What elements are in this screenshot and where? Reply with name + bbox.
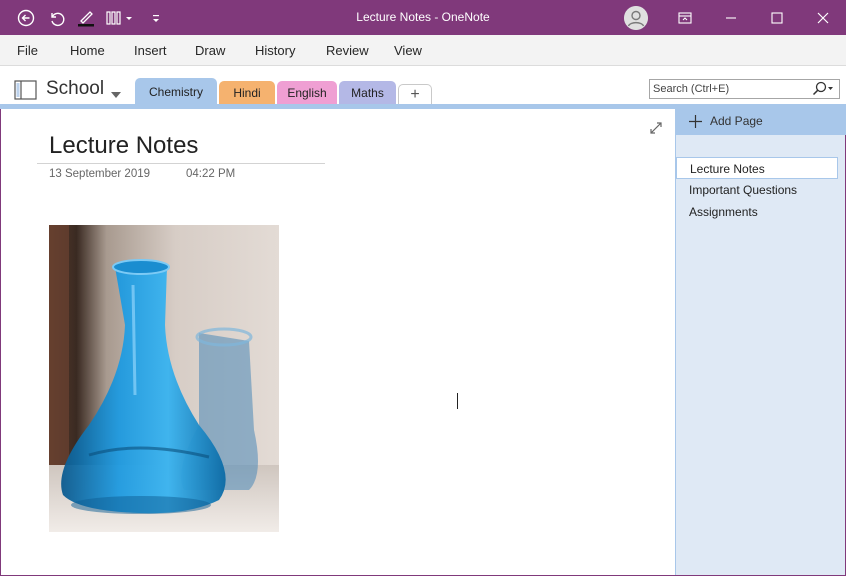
menu-home[interactable]: Home <box>70 35 105 66</box>
page-item-lecture-notes[interactable]: Lecture Notes <box>676 157 838 179</box>
title-bar: Lecture Notes - OneNote <box>0 0 846 35</box>
page-item-important-questions[interactable]: Important Questions <box>676 179 838 201</box>
menu-insert[interactable]: Insert <box>134 35 167 66</box>
expand-icon[interactable] <box>649 121 663 140</box>
tab-hindi[interactable]: Hindi <box>219 81 275 104</box>
page-date: 13 September 2019 <box>49 168 151 180</box>
minimize-icon[interactable] <box>708 0 754 35</box>
undo-icon[interactable] <box>44 6 68 30</box>
back-icon[interactable] <box>14 6 38 30</box>
text-cursor <box>457 393 458 409</box>
page-time: 04:22 PM <box>186 168 236 180</box>
add-section-button[interactable]: + <box>398 84 432 104</box>
page-title[interactable]: Lecture Notes <box>49 132 198 160</box>
menu-bar: File Home Insert Draw History Review Vie… <box>0 35 846 66</box>
menu-view[interactable]: View <box>394 35 422 66</box>
add-page-button[interactable]: Add Page <box>675 109 846 135</box>
menu-file[interactable]: File <box>17 35 38 66</box>
tab-english[interactable]: English <box>277 81 337 104</box>
pen-icon[interactable] <box>74 6 98 30</box>
ribbon-display-icon[interactable] <box>662 0 708 35</box>
maximize-icon[interactable] <box>754 0 800 35</box>
window-title: Lecture Notes - OneNote <box>356 10 490 24</box>
chevron-down-icon[interactable] <box>110 86 122 104</box>
plus-icon <box>688 114 703 134</box>
quick-access-toolbar <box>14 0 168 35</box>
close-icon[interactable] <box>800 0 846 35</box>
account-avatar[interactable] <box>624 6 648 30</box>
tab-chemistry[interactable]: Chemistry <box>135 78 217 106</box>
conical-flask-photo[interactable] <box>49 225 279 532</box>
page-item-assignments[interactable]: Assignments <box>676 201 838 223</box>
search-box <box>649 79 840 99</box>
search-icon[interactable] <box>811 81 837 102</box>
notebook-icon[interactable] <box>14 80 38 105</box>
menu-draw[interactable]: Draw <box>195 35 225 66</box>
notebook-name[interactable]: School <box>46 78 104 100</box>
add-page-label: Add Page <box>710 114 763 128</box>
customize-icon[interactable] <box>144 6 168 30</box>
title-divider <box>37 163 325 164</box>
touch-mode-icon[interactable] <box>104 6 138 30</box>
menu-history[interactable]: History <box>255 35 295 66</box>
tab-maths[interactable]: Maths <box>339 81 396 104</box>
search-input[interactable] <box>650 80 810 98</box>
menu-review[interactable]: Review <box>326 35 369 66</box>
